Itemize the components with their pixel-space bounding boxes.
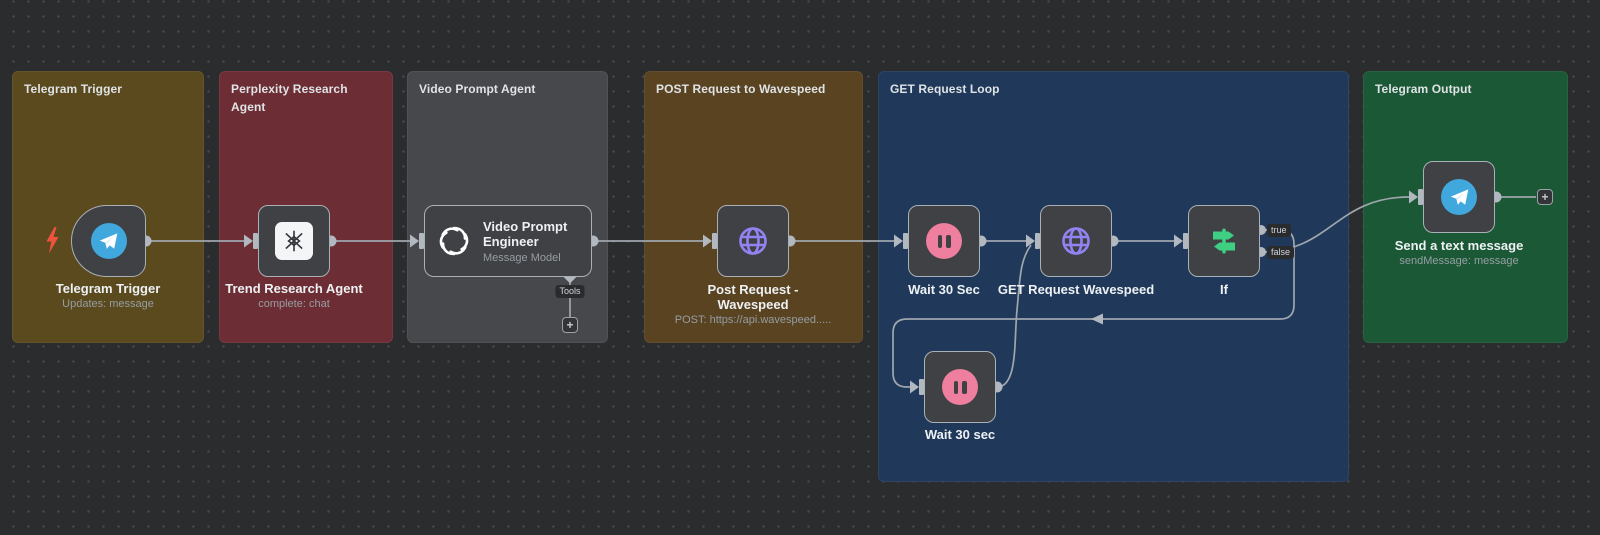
lightning-trigger-icon	[45, 227, 60, 254]
plus-icon: +	[566, 318, 573, 332]
node-if[interactable]	[1188, 205, 1260, 277]
node-subtitle: Message Model	[483, 252, 567, 264]
telegram-icon	[1441, 179, 1477, 215]
input-connector-get[interactable]	[1026, 233, 1040, 249]
input-connector-if[interactable]	[1174, 233, 1188, 249]
node-label-if: If	[1074, 282, 1374, 297]
pause-icon	[926, 223, 962, 259]
plus-icon: +	[1541, 190, 1548, 204]
connections-layer	[0, 0, 1600, 535]
node-subtitle-post-request: POST: https://api.wavespeed.....	[603, 314, 903, 326]
signpost-icon	[1207, 224, 1241, 258]
node-video-prompt-engineer[interactable]: Video Prompt Engineer Message Model	[424, 205, 592, 277]
globe-icon	[1058, 223, 1094, 259]
node-subtitle-trend-research-agent: complete: chat	[144, 298, 444, 310]
agent-node-text: Video Prompt Engineer Message Model	[483, 219, 567, 264]
node-label-post-request-line2: Wavespeed	[603, 297, 903, 312]
input-connector-send[interactable]	[1409, 189, 1423, 205]
node-post-request-wavespeed[interactable]	[717, 205, 789, 277]
wire-direction-arrow	[1091, 314, 1103, 325]
tools-connector-label: Tools	[555, 285, 584, 298]
node-label-wait-30-sec-bottom: Wait 30 sec	[810, 427, 1110, 442]
workflow-canvas[interactable]: Telegram Trigger Perplexity Research Age…	[0, 0, 1600, 535]
input-connector-wait-bottom[interactable]	[910, 379, 924, 395]
pause-icon	[942, 369, 978, 405]
input-connector-wait-top[interactable]	[894, 233, 908, 249]
input-connector-agent[interactable]	[410, 233, 424, 249]
input-connector-trend[interactable]	[244, 233, 258, 249]
input-connector-post[interactable]	[703, 233, 717, 249]
perplexity-icon	[275, 222, 313, 260]
node-subtitle-send-text-message: sendMessage: message	[1309, 255, 1600, 267]
if-false-output-label: false	[1267, 246, 1294, 259]
node-send-text-message[interactable]	[1423, 161, 1495, 233]
node-trend-research-agent[interactable]	[258, 205, 330, 277]
if-true-output-label: true	[1267, 224, 1291, 237]
node-label-send-text-message: Send a text message	[1309, 238, 1600, 253]
node-label-trend-research-agent: Trend Research Agent	[144, 281, 444, 296]
telegram-icon	[91, 223, 127, 259]
openai-icon	[437, 224, 471, 258]
add-node-button[interactable]: +	[1537, 189, 1553, 205]
globe-icon	[735, 223, 771, 259]
node-get-request-wavespeed[interactable]	[1040, 205, 1112, 277]
node-telegram-trigger[interactable]	[71, 205, 146, 277]
node-wait-30-sec-bottom[interactable]	[924, 351, 996, 423]
add-tool-button[interactable]: +	[562, 317, 578, 333]
node-label-line1: Video Prompt	[483, 219, 567, 234]
node-wait-30-sec-top[interactable]	[908, 205, 980, 277]
wire-wait-bottom-to-get[interactable]	[997, 245, 1031, 387]
node-label-line2: Engineer	[483, 234, 567, 249]
